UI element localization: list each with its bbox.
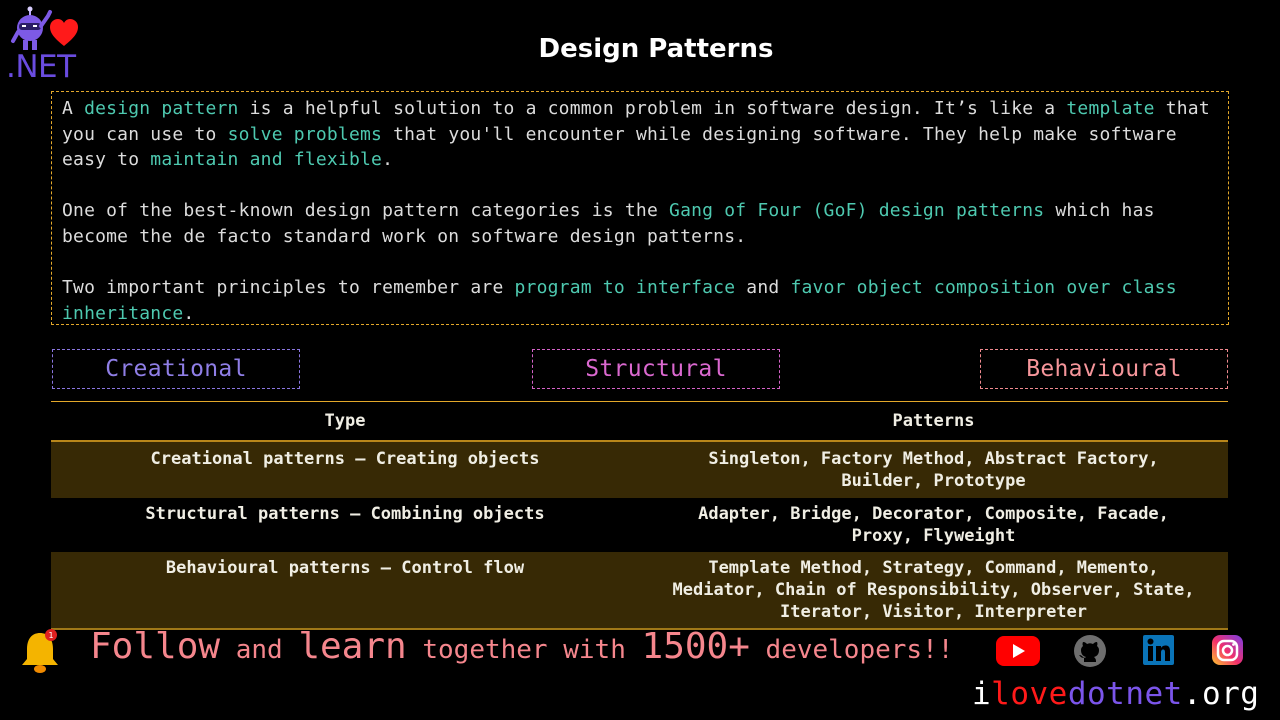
body-text: is a helpful solution to a common proble…	[238, 98, 1067, 119]
patterns-line: Builder, Prototype	[841, 471, 1026, 491]
patterns-line: Singleton, Factory Method, Abstract Fact…	[708, 449, 1159, 469]
banner-text: together with	[406, 635, 642, 665]
body-text: .	[183, 302, 195, 324]
page-title: Design Patterns	[538, 34, 774, 64]
follow-banner: Follow and learn together with 1500+ dev…	[90, 626, 953, 667]
site-link[interactable]: ilovedotnet.org	[972, 676, 1259, 712]
badge-count: 1	[48, 631, 53, 640]
highlight-term: maintain and flexible	[150, 149, 383, 171]
patterns-line: Adapter, Bridge, Decorator, Composite, F…	[698, 504, 1169, 524]
table-header-row: Type Patterns	[51, 402, 1228, 442]
highlight-term: solve problems	[227, 123, 383, 145]
intro-box: A design pattern is a helpful solution t…	[51, 91, 1229, 325]
patterns-line: Template Method, Strategy, Command, Meme…	[708, 558, 1159, 578]
row-patterns: Adapter, Bridge, Decorator, Composite, F…	[639, 503, 1228, 552]
body-text: Two important principles to remember are	[62, 277, 515, 299]
highlight-term: program to interface	[514, 277, 736, 299]
intro-paragraph: One of the best-known design pattern cat…	[62, 198, 1218, 249]
banner-text: developers!!	[749, 635, 954, 665]
site-part: .org	[1182, 676, 1260, 712]
row-patterns: Singleton, Factory Method, Abstract Fact…	[639, 448, 1228, 498]
row-type: Structural patterns – Combining objects	[145, 504, 545, 524]
category-behavioural: Behavioural	[980, 349, 1228, 389]
row-type: Behavioural patterns – Control flow	[165, 558, 525, 578]
body-text: and	[735, 277, 791, 299]
github-link[interactable]	[1073, 634, 1113, 668]
learn-word: learn	[298, 626, 407, 667]
linkedin-icon	[1143, 635, 1174, 665]
site-part: dotnet	[1067, 676, 1183, 712]
github-icon	[1074, 635, 1106, 667]
category-structural: Structural	[532, 349, 780, 389]
banner-text: and	[220, 635, 299, 665]
body-text: One of the best-known design pattern cat…	[62, 200, 670, 222]
patterns-line: Iterator, Visitor, Interpreter	[779, 602, 1088, 622]
youtube-icon	[996, 636, 1040, 666]
linkedin-link[interactable]	[1143, 634, 1183, 668]
category-creational: Creational	[52, 349, 300, 389]
body-text: .	[382, 149, 394, 171]
header-patterns: Patterns	[892, 411, 975, 431]
patterns-table: Type Patterns Creational patterns – Crea…	[51, 401, 1228, 630]
instagram-link[interactable]	[1212, 634, 1252, 668]
table-row: Behavioural patterns – Control flow Temp…	[51, 552, 1228, 630]
youtube-link[interactable]	[996, 634, 1040, 668]
site-part: i	[972, 676, 992, 712]
instagram-icon	[1212, 635, 1243, 665]
patterns-line: Mediator, Chain of Responsibility, Obser…	[672, 580, 1195, 600]
follow-word: Follow	[90, 626, 221, 667]
row-patterns: Template Method, Strategy, Command, Meme…	[639, 557, 1228, 628]
table-row: Creational patterns – Creating objects S…	[51, 442, 1228, 498]
header-type: Type	[324, 411, 366, 431]
intro-paragraph: Two important principles to remember are…	[62, 275, 1218, 326]
notification-bell[interactable]: 1	[18, 627, 64, 675]
patterns-line: Proxy, Flyweight	[851, 526, 1016, 546]
highlight-term: template	[1066, 98, 1155, 119]
bell-icon: 1	[22, 629, 58, 673]
intro-paragraph: A design pattern is a helpful solution t…	[62, 96, 1218, 173]
highlight-term: Gang of Four (GoF) design patterns	[669, 200, 1045, 222]
site-part: love	[991, 676, 1068, 712]
table-row: Structural patterns – Combining objects …	[51, 498, 1228, 552]
body-text: A	[62, 98, 85, 119]
highlight-term: design pattern	[84, 98, 239, 119]
developer-count: 1500+	[641, 626, 750, 667]
row-type: Creational patterns – Creating objects	[150, 449, 540, 469]
